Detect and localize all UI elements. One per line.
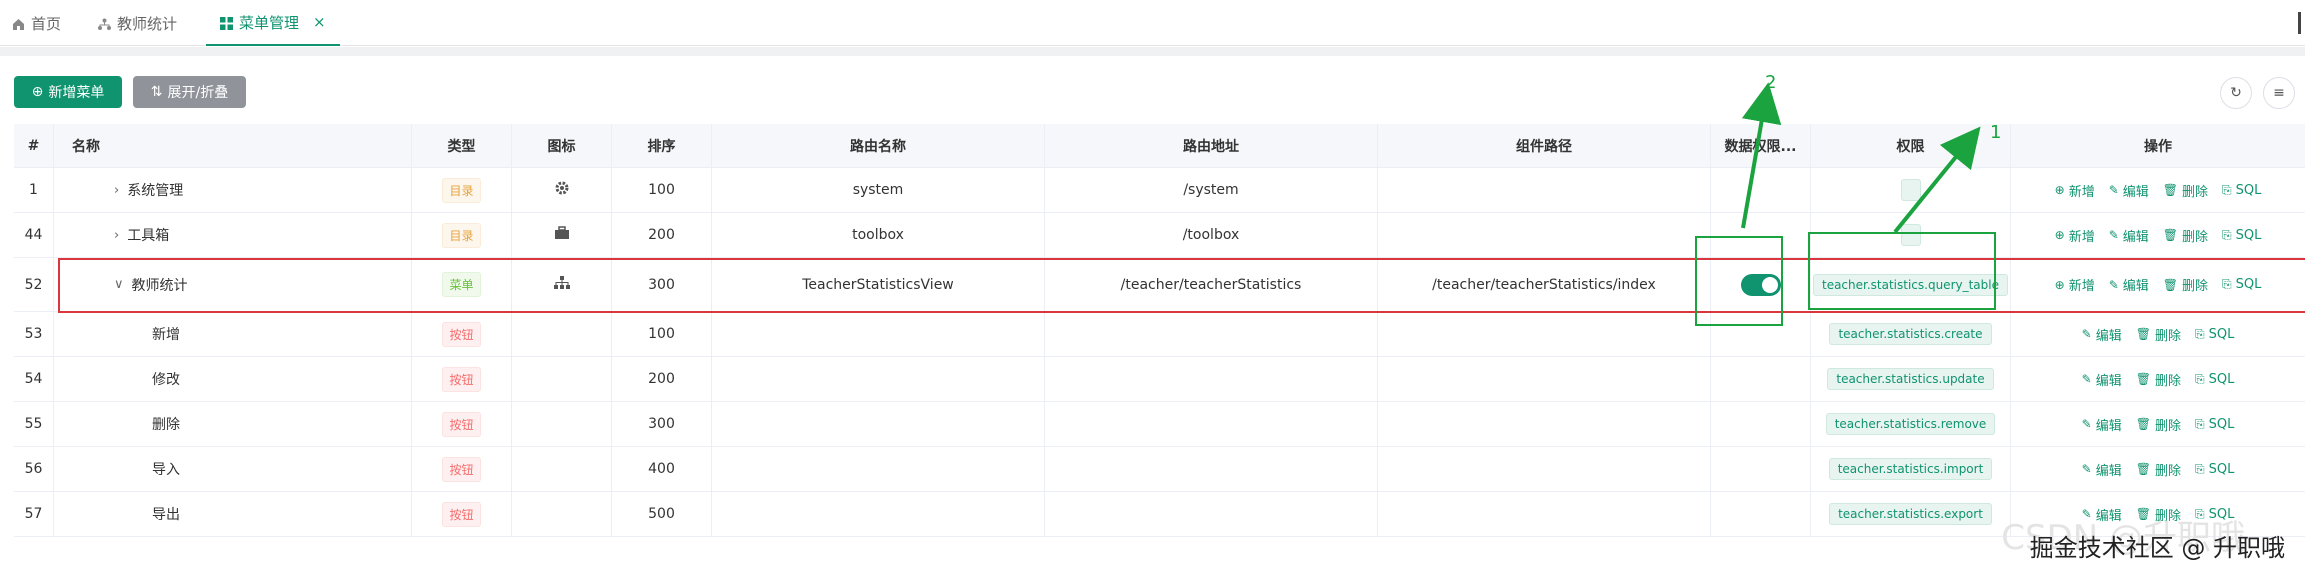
annotation-label-1: 1 [1990,122,2002,143]
arrow-2 [1741,82,1782,229]
annotation-arrows [1741,82,1981,234]
arrow-1 [1893,126,1981,234]
watermark: 掘金技术社区 @ 升职哦 [2029,534,2285,562]
annotation-label-2: 2 [1765,72,1777,93]
